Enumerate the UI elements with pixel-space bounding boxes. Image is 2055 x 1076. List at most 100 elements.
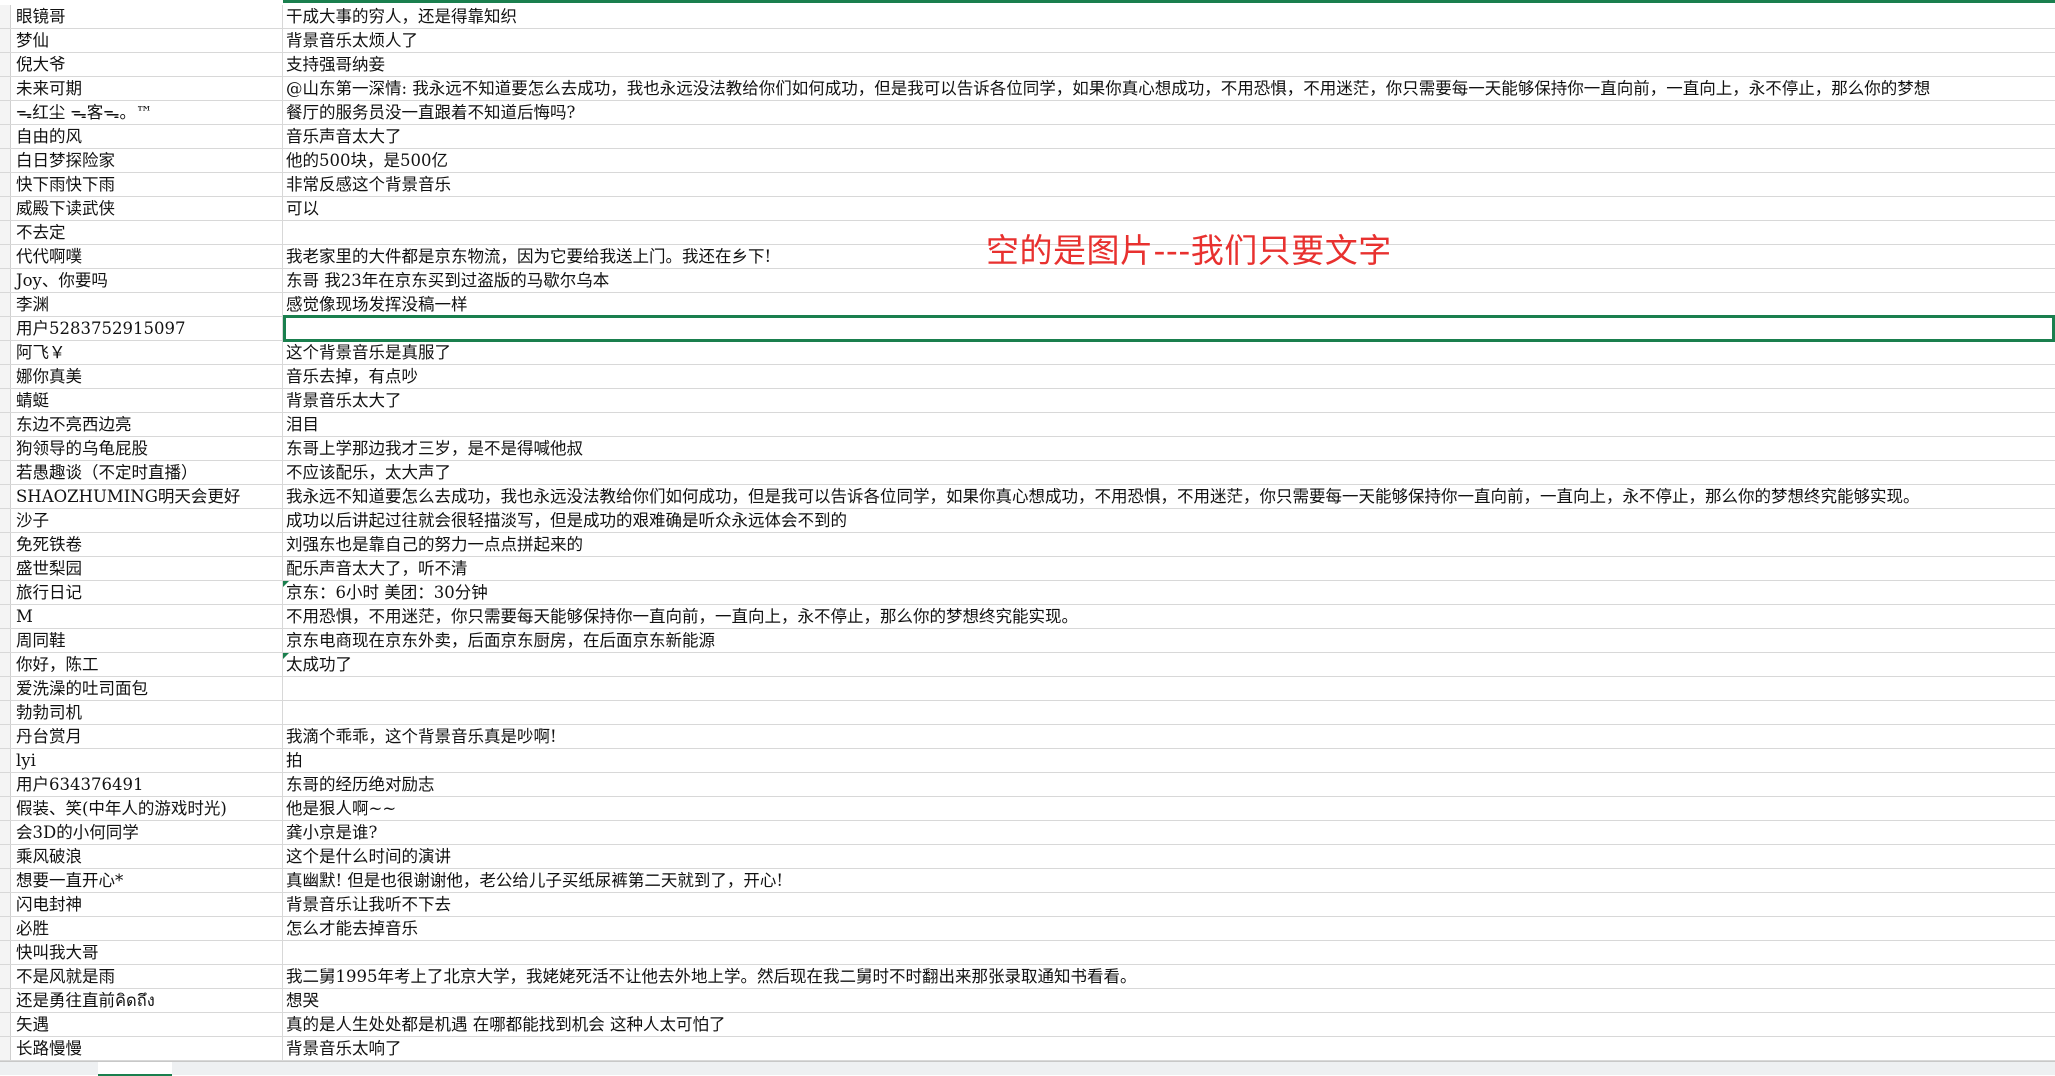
comment-cell[interactable]: 太成功了 xyxy=(283,653,2055,676)
user-cell[interactable]: 阿飞￥ xyxy=(11,341,283,364)
comment-cell[interactable]: 不应该配乐，太大声了 xyxy=(283,461,2055,484)
user-cell[interactable]: 东边不亮西边亮 xyxy=(11,413,283,436)
row-header[interactable] xyxy=(0,149,11,172)
row-header[interactable] xyxy=(0,29,11,52)
comment-cell[interactable]: 他的500块，是500亿 xyxy=(283,149,2055,172)
comment-cell[interactable]: 这个是什么时间的演讲 xyxy=(283,845,2055,868)
row-header[interactable] xyxy=(0,533,11,556)
comment-cell[interactable]: 怎么才能去掉音乐 xyxy=(283,917,2055,940)
comment-cell[interactable]: 背景音乐太响了 xyxy=(283,1037,2055,1060)
comment-cell[interactable]: 京东：6小时 美团：30分钟 xyxy=(283,581,2055,604)
comment-cell[interactable] xyxy=(283,941,2055,964)
row-header[interactable] xyxy=(0,125,11,148)
row-header[interactable] xyxy=(0,197,11,220)
row-header[interactable] xyxy=(0,461,11,484)
selected-comment-cell[interactable] xyxy=(283,315,2055,342)
comment-cell[interactable]: 支持强哥纳妾 xyxy=(283,53,2055,76)
row-header[interactable] xyxy=(0,101,11,124)
row-header[interactable] xyxy=(0,5,11,28)
comment-cell[interactable]: 配乐声音太大了，听不清 xyxy=(283,557,2055,580)
comment-cell[interactable]: 感觉像现场发挥没稿一样 xyxy=(283,293,2055,316)
row-header[interactable] xyxy=(0,437,11,460)
sheet-tab-active[interactable] xyxy=(98,1062,172,1076)
comment-cell[interactable]: 他是狠人啊~~ xyxy=(283,797,2055,820)
user-cell[interactable]: M xyxy=(11,605,283,628)
row-header[interactable] xyxy=(0,989,11,1012)
user-cell[interactable]: 免死铁卷 xyxy=(11,533,283,556)
row-header[interactable] xyxy=(0,869,11,892)
user-cell[interactable]: 不是风就是雨 xyxy=(11,965,283,988)
comment-cell[interactable]: 背景音乐太大了 xyxy=(283,389,2055,412)
user-cell[interactable]: 白日梦探险家 xyxy=(11,149,283,172)
comment-cell[interactable]: 东哥上学那边我才三岁，是不是得喊他叔 xyxy=(283,437,2055,460)
row-header[interactable] xyxy=(0,557,11,580)
user-cell[interactable]: 梦仙 xyxy=(11,29,283,52)
comment-cell[interactable]: 京东电商现在京东外卖，后面京东厨房，在后面京东新能源 xyxy=(283,629,2055,652)
comment-cell[interactable]: 非常反感这个背景音乐 xyxy=(283,173,2055,196)
user-cell[interactable]: 威殿下读武侠 xyxy=(11,197,283,220)
row-header[interactable] xyxy=(0,365,11,388)
row-header[interactable] xyxy=(0,245,11,268)
row-header[interactable] xyxy=(0,341,11,364)
row-header[interactable] xyxy=(0,413,11,436)
row-header[interactable] xyxy=(0,797,11,820)
comment-cell[interactable]: 我滴个乖乖，这个背景音乐真是吵啊! xyxy=(283,725,2055,748)
row-header[interactable] xyxy=(0,653,11,676)
user-cell[interactable]: 自由的风 xyxy=(11,125,283,148)
user-cell[interactable]: Joy、你要吗 xyxy=(11,269,283,292)
user-cell[interactable]: 丹台赏月 xyxy=(11,725,283,748)
user-cell[interactable]: 狗领导的乌龟屁股 xyxy=(11,437,283,460)
comment-cell[interactable]: 背景音乐让我听不下去 xyxy=(283,893,2055,916)
comment-cell[interactable]: 干成大事的穷人，还是得靠知织 xyxy=(283,5,2055,28)
user-cell[interactable]: 若愚趣谈（不定时直播） xyxy=(11,461,283,484)
row-header[interactable] xyxy=(0,581,11,604)
user-cell[interactable]: 矢遇 xyxy=(11,1013,283,1036)
row-header[interactable] xyxy=(0,605,11,628)
user-cell[interactable]: 必胜 xyxy=(11,917,283,940)
comment-cell[interactable]: 背景音乐太烦人了 xyxy=(283,29,2055,52)
row-header[interactable] xyxy=(0,821,11,844)
comment-cell[interactable]: @山东第一深情: 我永远不知道要怎么去成功，我也永远没法教给你们如何成功，但是我… xyxy=(283,77,2055,100)
user-cell[interactable]: 还是勇往直前คิดถึง xyxy=(11,989,283,1012)
user-cell[interactable]: 快下雨快下雨 xyxy=(11,173,283,196)
row-header[interactable] xyxy=(0,269,11,292)
row-header[interactable] xyxy=(0,485,11,508)
row-header[interactable] xyxy=(0,725,11,748)
row-header[interactable] xyxy=(0,317,11,340)
comment-cell[interactable] xyxy=(283,701,2055,724)
user-cell[interactable]: 爱洗澡的吐司面包 xyxy=(11,677,283,700)
comment-cell[interactable]: 想哭 xyxy=(283,989,2055,1012)
row-header[interactable] xyxy=(0,845,11,868)
comment-cell[interactable]: 刘强东也是靠自己的努力一点点拼起来的 xyxy=(283,533,2055,556)
user-cell[interactable]: 倪大爷 xyxy=(11,53,283,76)
user-cell[interactable]: SHAOZHUMING明天会更好 xyxy=(11,485,283,508)
user-cell[interactable]: 旅行日记 xyxy=(11,581,283,604)
row-header[interactable] xyxy=(0,629,11,652)
user-cell[interactable]: 娜你真美 xyxy=(11,365,283,388)
comment-cell[interactable]: 龚小京是谁? xyxy=(283,821,2055,844)
row-header[interactable] xyxy=(0,1037,11,1060)
user-cell[interactable]: ᯓ红尘 ᯓ客ᯓ。™ xyxy=(11,101,283,124)
user-cell[interactable]: 用户5283752915097 xyxy=(11,317,283,340)
comment-cell[interactable]: 成功以后讲起过往就会很轻描淡写，但是成功的艰难确是听众永远体会不到的 xyxy=(283,509,2055,532)
row-header[interactable] xyxy=(0,509,11,532)
comment-cell[interactable]: 泪目 xyxy=(283,413,2055,436)
user-cell[interactable]: 会3D的小何同学 xyxy=(11,821,283,844)
user-cell[interactable]: 勃勃司机 xyxy=(11,701,283,724)
row-header[interactable] xyxy=(0,749,11,772)
row-header[interactable] xyxy=(0,53,11,76)
row-header[interactable] xyxy=(0,917,11,940)
comment-cell[interactable]: 我二舅1995年考上了北京大学，我姥姥死活不让他去外地上学。然后现在我二舅时不时… xyxy=(283,965,2055,988)
user-cell[interactable]: 长路慢慢 xyxy=(11,1037,283,1060)
user-cell[interactable]: 闪电封神 xyxy=(11,893,283,916)
user-cell[interactable]: lyi xyxy=(11,749,283,772)
comment-cell[interactable]: 音乐声音太大了 xyxy=(283,125,2055,148)
comment-cell[interactable] xyxy=(283,677,2055,700)
user-cell[interactable]: 蜻蜓 xyxy=(11,389,283,412)
user-cell[interactable]: 盛世梨园 xyxy=(11,557,283,580)
row-header[interactable] xyxy=(0,701,11,724)
row-header[interactable] xyxy=(0,77,11,100)
comment-cell[interactable]: 我永远不知道要怎么去成功，我也永远没法教给你们如何成功，但是我可以告诉各位同学，… xyxy=(283,485,2055,508)
comment-cell[interactable]: 不用恐惧，不用迷茫，你只需要每天能够保持你一直向前，一直向上，永不停止，那么你的… xyxy=(283,605,2055,628)
user-cell[interactable]: 未来可期 xyxy=(11,77,283,100)
